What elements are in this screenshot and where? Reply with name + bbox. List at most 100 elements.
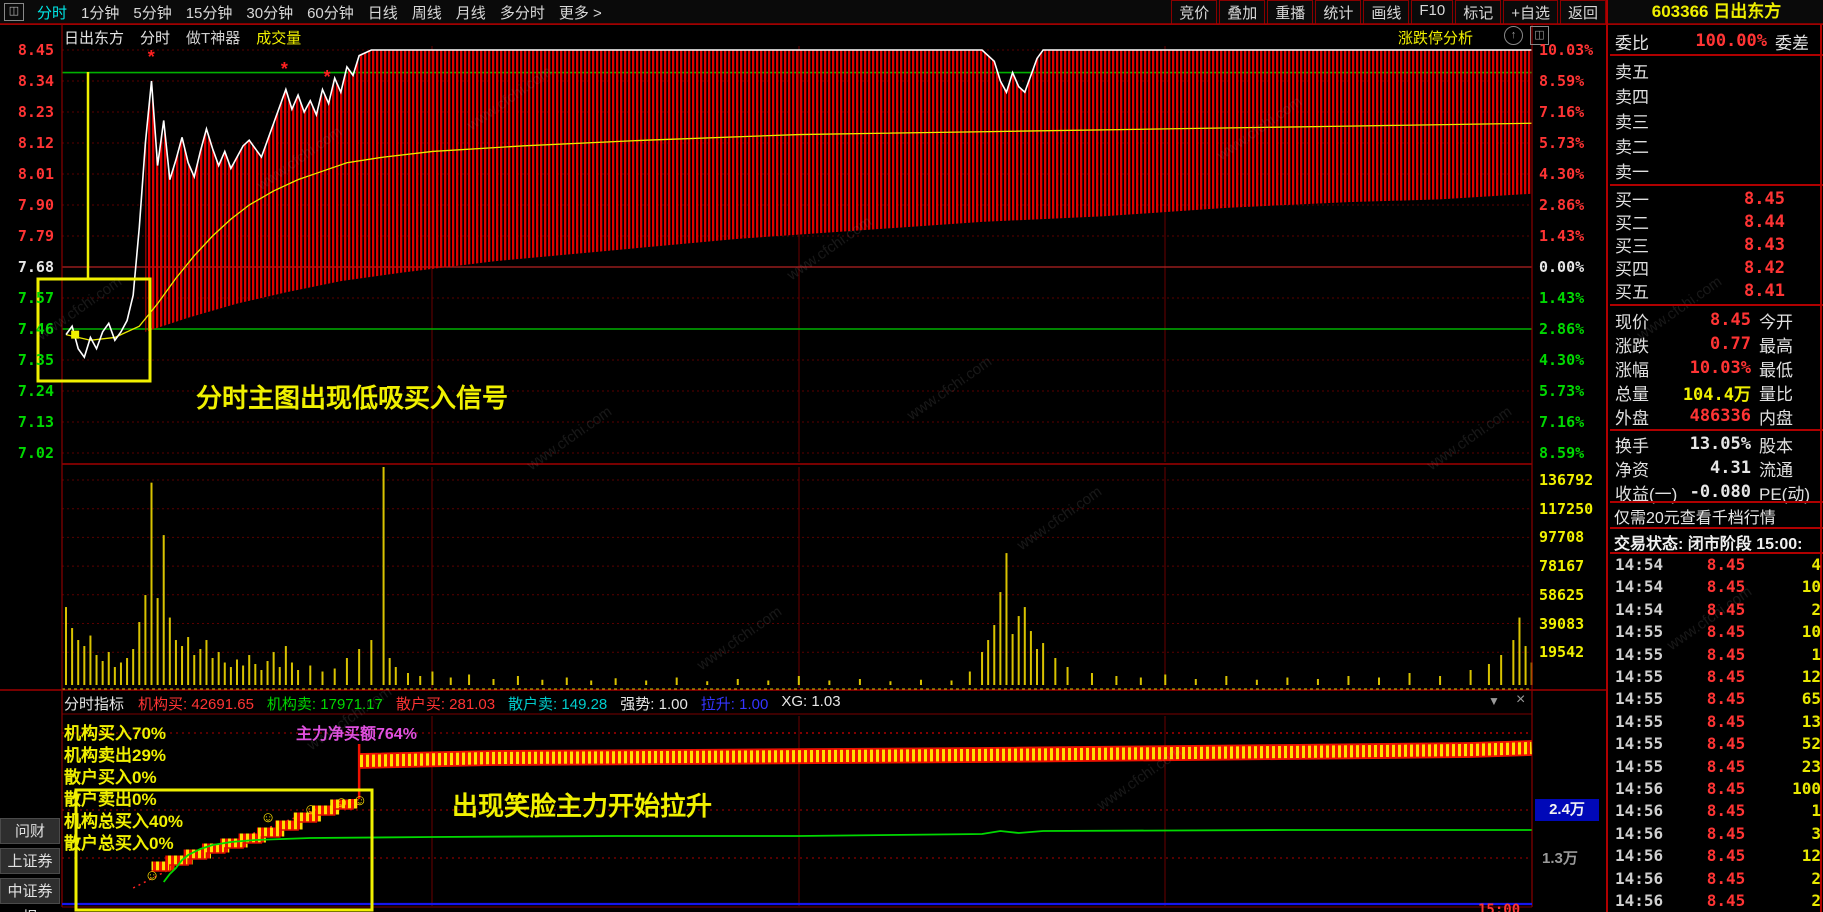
- indicator-scale-selected[interactable]: 2.4万: [1535, 799, 1599, 821]
- tick-row: 14:558.451: [1610, 645, 1821, 664]
- volume-bar: [798, 676, 800, 685]
- volume-bar: [309, 666, 311, 685]
- volume-bar: [951, 681, 953, 685]
- side-button-上证券报[interactable]: 上证券报: [0, 848, 60, 874]
- percent-axis-label: 7.16%: [1539, 103, 1603, 121]
- panel-divider: [1610, 304, 1823, 306]
- price-axis-label: 7.35: [0, 351, 54, 369]
- panel-divider: [1610, 501, 1823, 503]
- sub-indicator-fields: 机构买: 42691.65机构卖: 17971.17散户买: 281.03散户卖…: [138, 693, 854, 714]
- side-button-问财[interactable]: 问财: [0, 818, 60, 844]
- volume-bar: [676, 678, 678, 685]
- volume-bar: [1067, 667, 1069, 685]
- expand-up-icon[interactable]: ↑: [1504, 26, 1523, 45]
- volume-bar: [590, 681, 592, 685]
- chart-indicator-label[interactable]: 做T神器: [186, 27, 240, 48]
- volume-bar: [1409, 673, 1411, 685]
- volume-bar: [254, 664, 256, 685]
- volume-bar: [450, 678, 452, 685]
- buy-row-买五: 买五8.41: [1610, 279, 1823, 302]
- volume-bar: [193, 655, 195, 685]
- volume-bar: [993, 625, 995, 685]
- side-button-中证券报[interactable]: 中证券报: [0, 878, 60, 904]
- panel-divider: [1610, 54, 1823, 56]
- volume-bar: [1378, 678, 1380, 685]
- volume-bar: [169, 618, 171, 685]
- volume-bar: [889, 681, 891, 685]
- volume-bar: [279, 667, 281, 685]
- volume-bar: [383, 467, 385, 685]
- chart-volume-label[interactable]: 成交量: [256, 27, 301, 48]
- chart-stock-name: 日出东方: [64, 27, 124, 48]
- percent-axis-label: 8.59%: [1539, 444, 1603, 462]
- time-axis-end: 15:00: [1478, 902, 1520, 912]
- buy-row-买一: 买一8.45: [1610, 187, 1823, 210]
- volume-bar: [615, 678, 617, 685]
- price-axis-label: 8.12: [0, 134, 54, 152]
- chart-period-label[interactable]: 分时: [140, 27, 170, 48]
- info-row-现价: 现价8.45今开: [1610, 308, 1823, 332]
- volume-bar: [1164, 675, 1166, 685]
- tick-row: 14:568.452: [1610, 869, 1821, 888]
- volume-bar: [218, 652, 220, 685]
- volume-bar: [150, 483, 152, 685]
- volume-bar: [1286, 678, 1288, 685]
- volume-bar: [1115, 676, 1117, 685]
- volume-bar: [1018, 616, 1020, 685]
- volume-bar: [102, 661, 104, 685]
- volume-bar: [1256, 680, 1258, 685]
- tick-row: 14:568.452: [1610, 891, 1821, 910]
- price-axis-label: 7.57: [0, 289, 54, 307]
- volume-bar: [181, 646, 183, 685]
- promo-banner[interactable]: 仅需20元查看千档行情: [1610, 504, 1823, 526]
- buy-row-买二: 买二8.44: [1610, 210, 1823, 233]
- sell-row-卖四: 卖四: [1610, 83, 1823, 108]
- info-row-涨幅: 涨幅10.03%最低: [1610, 356, 1823, 380]
- tick-row: 14:558.4565: [1610, 689, 1821, 708]
- volume-axis-label: 39083: [1539, 615, 1584, 633]
- close-icon[interactable]: ×: [1516, 691, 1525, 709]
- volume-bar: [969, 672, 971, 685]
- volume-bar: [1439, 676, 1441, 685]
- price-axis-label: 8.34: [0, 72, 54, 90]
- volume-bar: [1488, 664, 1490, 685]
- volume-axis-label: 78167: [1539, 557, 1584, 575]
- tick-row: 14:558.4513: [1610, 712, 1821, 731]
- panel-divider: [1610, 527, 1823, 529]
- volume-bar: [138, 622, 140, 685]
- percent-axis-label: 8.59%: [1539, 72, 1603, 90]
- volume-bar: [236, 660, 238, 685]
- volume-bar: [468, 675, 470, 685]
- volume-bar: [1500, 655, 1502, 685]
- sub-indicator-title[interactable]: 分时指标: [64, 693, 124, 714]
- star-marker: *: [324, 67, 331, 88]
- volume-bar: [370, 640, 372, 685]
- volume-bar: [389, 658, 391, 685]
- price-axis-label: 7.24: [0, 382, 54, 400]
- volume-bar: [1512, 640, 1514, 685]
- volume-bar: [492, 679, 494, 685]
- limit-analysis-button[interactable]: 涨跌停分析: [1398, 27, 1473, 48]
- tick-row: 14:558.4512: [1610, 667, 1821, 686]
- volume-bar: [1036, 649, 1038, 685]
- weibi-value: 100.00%: [1649, 31, 1775, 51]
- volume-bar: [1012, 634, 1014, 685]
- volume-bar: [1225, 676, 1227, 685]
- volume-axis-label: 97708: [1539, 528, 1584, 546]
- volume-bar: [1030, 631, 1032, 685]
- price-axis-label: 8.23: [0, 103, 54, 121]
- percent-axis-label: 7.16%: [1539, 413, 1603, 431]
- smiley-icon: ☺: [144, 867, 159, 884]
- info-row-外盘: 外盘486336内盘: [1610, 404, 1823, 428]
- tick-row: 14:558.4552: [1610, 734, 1821, 753]
- collapse-icon[interactable]: ▼: [1488, 694, 1500, 708]
- volume-bar: [144, 595, 146, 685]
- volume-bar: [767, 681, 769, 685]
- sell-row-卖三: 卖三: [1610, 108, 1823, 133]
- weicha-label: 委差: [1775, 29, 1821, 54]
- smiley-icon: ☺: [261, 809, 276, 826]
- volume-bar: [1470, 670, 1472, 685]
- chart-header: 日出东方 分时 做T神器 成交量: [64, 27, 317, 48]
- annotation-buy-signal: 分时主图出现低吸买入信号: [196, 378, 508, 415]
- percent-axis-label: 4.30%: [1539, 165, 1603, 183]
